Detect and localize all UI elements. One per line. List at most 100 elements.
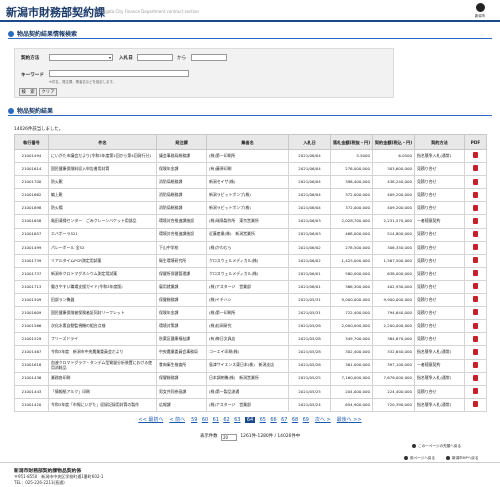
page-link[interactable]: 60 <box>202 417 208 423</box>
item-name[interactable]: 国民健康保険料収入申告書用封筒 <box>48 162 157 177</box>
last-page-link[interactable]: 最後へ >> <box>337 416 362 423</box>
pdf-link[interactable] <box>464 345 487 360</box>
pdf-link[interactable] <box>464 319 487 334</box>
pdf-link[interactable] <box>464 240 487 255</box>
pdf-link[interactable] <box>464 332 487 347</box>
pdf-link[interactable] <box>464 358 487 373</box>
page-link[interactable]: 61 <box>213 417 219 423</box>
item-name[interactable]: フリーズドライ <box>48 332 157 347</box>
item-name[interactable]: 業務各印刷 <box>48 371 157 386</box>
pdf-icon[interactable] <box>473 309 478 316</box>
pdf-icon[interactable] <box>473 296 478 303</box>
site-subtitle: Niigata City Finance Department contract… <box>100 9 199 14</box>
pdf-icon[interactable] <box>473 401 478 408</box>
first-page-link[interactable]: << 最初へ <box>138 416 163 423</box>
item-name[interactable]: 次化水素自動監視機の組台点検 <box>48 319 157 334</box>
pdf-link[interactable] <box>464 279 487 295</box>
next-page-link[interactable]: 次へ > <box>315 416 331 423</box>
ordering-dept: 食肉衛生検査所 <box>156 358 207 373</box>
pdf-link[interactable] <box>464 293 487 308</box>
pdf-icon[interactable] <box>473 191 478 198</box>
section-bullet-icon <box>8 108 14 114</box>
pdf-link[interactable] <box>464 201 487 216</box>
pdf-link[interactable] <box>464 227 487 242</box>
pdf-link[interactable] <box>464 188 487 203</box>
item-name[interactable]: にいがた市議会だより(令和3年度第2回から第4回発行分) <box>48 148 157 164</box>
contract-method: 見積り合せ <box>414 175 465 190</box>
arrow-up-icon <box>412 444 416 448</box>
pdf-link[interactable] <box>464 253 487 268</box>
keyword-label: キーワード <box>21 73 44 78</box>
search-button[interactable]: 検 索 <box>19 88 37 96</box>
pdf-icon[interactable] <box>473 322 478 329</box>
exec-number: 21001739 <box>14 253 49 268</box>
pdf-link[interactable] <box>464 214 487 229</box>
method-select[interactable]: ▾ <box>49 54 113 61</box>
item-name[interactable]: 令和3年度「市報にいがた」収録記録用封筒の製作 <box>48 397 157 412</box>
page-link[interactable]: 64 <box>244 417 256 423</box>
pdf-icon[interactable] <box>473 374 478 381</box>
pdf-link[interactable] <box>464 306 487 321</box>
pdf-link[interactable] <box>464 266 487 281</box>
pdf-icon[interactable] <box>473 257 478 264</box>
item-name[interactable]: 働きやすい職場支援ガイド(令和3年度版) <box>48 279 157 295</box>
item-name[interactable]: 「情報紙アルク」印刷 <box>48 384 157 399</box>
pdf-icon[interactable] <box>473 204 478 211</box>
item-name[interactable]: 亀田清掃センター ごみクレーンバケット用部品 <box>48 214 157 229</box>
pdf-icon[interactable] <box>473 388 478 395</box>
keyword-input[interactable] <box>49 70 189 77</box>
pdf-icon[interactable] <box>473 178 478 185</box>
clear-button[interactable]: クリア <box>39 88 57 96</box>
date-from-input[interactable] <box>137 54 173 61</box>
vendor-name: 新潟セイザ(株) <box>206 175 289 190</box>
back-to-top-link[interactable]: この一ページの先頭へ戻る <box>412 444 461 449</box>
page-link[interactable]: 69 <box>303 417 309 423</box>
pdf-icon[interactable] <box>473 270 478 277</box>
pdf-icon[interactable] <box>473 335 478 342</box>
item-name[interactable]: エバポーラ521 <box>48 227 157 242</box>
prev-page-link[interactable]: < 前へ <box>169 416 185 423</box>
page-link[interactable]: 68 <box>292 417 298 423</box>
page-link[interactable]: 65 <box>260 417 266 423</box>
pdf-icon[interactable] <box>473 152 478 159</box>
item-name[interactable]: 編上靴 <box>48 188 157 203</box>
pdf-link[interactable] <box>464 175 487 190</box>
page-link[interactable]: 62 <box>223 417 229 423</box>
date-to-input[interactable] <box>191 54 227 61</box>
site-title[interactable]: 新潟市財務部契約課 <box>6 4 105 20</box>
pdf-link[interactable] <box>464 384 487 399</box>
pdf-link[interactable] <box>464 162 487 177</box>
city-logo[interactable]: 新潟市 <box>466 3 494 20</box>
contract-method: 一者随意契約 <box>414 214 465 229</box>
item-name[interactable]: 防火帽 <box>48 201 157 216</box>
page-link[interactable]: 67 <box>281 417 287 423</box>
prev-page-back-link[interactable]: 前ページへ戻る <box>404 456 435 461</box>
city-logo-text: 新潟市 <box>474 14 486 18</box>
page-link[interactable]: 59 <box>191 417 197 423</box>
item-name[interactable]: パレーボール 全52 <box>48 240 157 255</box>
page-link[interactable]: 63 <box>234 417 240 423</box>
display-count-select[interactable]: 20 <box>220 434 237 441</box>
home-link[interactable]: 新潟市HPへ戻る <box>446 456 478 461</box>
item-name[interactable]: 国民健康保険被保険者証同封リーフレット <box>48 306 157 321</box>
pdf-icon[interactable] <box>473 165 478 172</box>
pdf-link[interactable] <box>464 148 487 164</box>
item-name[interactable]: 血液クロマトグラフ・タンデム型質量分析装置における使用消耗品 <box>48 358 157 373</box>
pdf-icon[interactable] <box>473 230 478 237</box>
item-name[interactable]: 防火靴 <box>48 175 157 190</box>
pdf-icon[interactable] <box>473 361 478 368</box>
bid-date: 2021/05/28 <box>288 332 331 347</box>
page-link[interactable]: 66 <box>270 417 276 423</box>
item-name[interactable]: 令和3年度 新潟市中央農業委員会だより <box>48 345 157 360</box>
pdf-icon[interactable] <box>473 217 478 224</box>
pdf-link[interactable] <box>464 371 487 386</box>
item-name[interactable]: 田部ラン機器 <box>48 293 157 308</box>
pdf-link[interactable] <box>464 397 487 412</box>
pdf-icon[interactable] <box>473 348 478 355</box>
pdf-icon[interactable] <box>473 283 478 290</box>
pdf-icon[interactable] <box>473 244 478 250</box>
contract-amount: 638,000,000 <box>372 266 415 281</box>
item-name[interactable]: 新潟市クロトマグネシウム測定用試薬 <box>48 266 157 281</box>
ordering-dept: 中央農業委員会事務局 <box>156 345 207 360</box>
item-name[interactable]: リアルタイムPCR測定用試薬 <box>48 253 157 268</box>
